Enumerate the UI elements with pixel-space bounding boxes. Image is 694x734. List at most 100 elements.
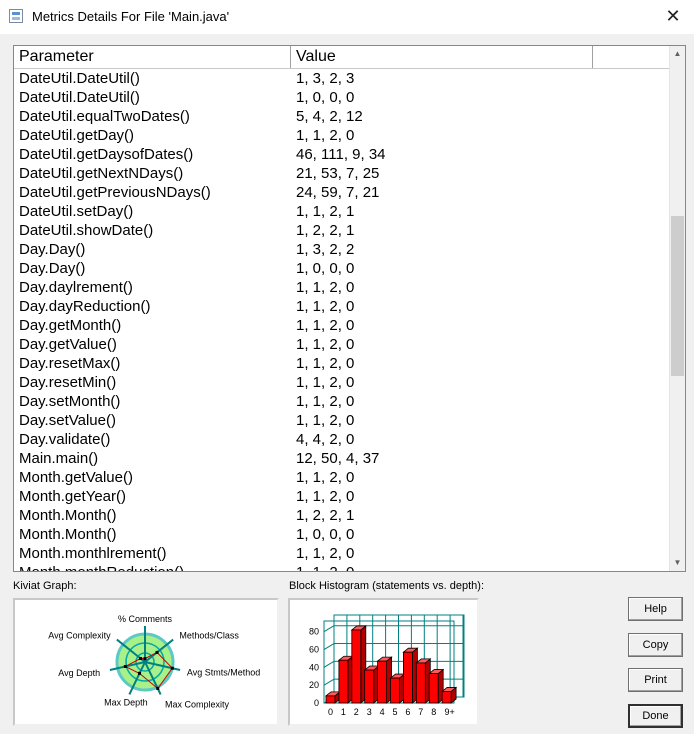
vertical-scrollbar[interactable]: ▲ ▼ [669, 46, 685, 571]
kiviat-point [139, 657, 143, 661]
row-value: 1, 0, 0, 0 [296, 89, 355, 106]
table-row[interactable]: Month.Month() 1, 2, 2, 1 [14, 506, 671, 525]
histogram-bar [390, 677, 400, 704]
row-value: 1, 1, 2, 0 [296, 355, 355, 372]
row-value: 1, 3, 2, 3 [296, 70, 355, 87]
column-header-value[interactable]: Value [291, 46, 593, 68]
print-button[interactable]: Print [628, 668, 683, 692]
histogram-bar [441, 691, 452, 704]
histogram-y-tick-label: 20 [309, 680, 319, 690]
table-row[interactable]: DateUtil.getPreviousNDays() 24, 59, 7, 21 [14, 183, 671, 202]
row-parameter: Month.monthReduction() [19, 563, 184, 571]
scroll-down-icon[interactable]: ▼ [670, 555, 685, 571]
kiviat-axis-label: Methods/Class [179, 631, 239, 641]
kiviat-label: Kiviat Graph: [13, 580, 77, 592]
table-row[interactable]: Day.daylrement() 1, 1, 2, 0 [14, 278, 671, 297]
row-parameter: DateUtil.setDay() [19, 203, 134, 220]
histogram-bar [338, 659, 349, 704]
done-button[interactable]: Done [628, 704, 683, 728]
help-button[interactable]: Help [628, 597, 683, 621]
table-row[interactable]: Day.resetMin() 1, 1, 2, 0 [14, 373, 671, 392]
row-parameter: Day.Day() [19, 260, 86, 277]
row-parameter: Day.resetMin() [19, 374, 117, 391]
row-parameter: Day.setMonth() [19, 393, 121, 410]
table-row[interactable]: Month.getYear() 1, 1, 2, 0 [14, 487, 671, 506]
row-parameter: Day.Day() [19, 241, 86, 258]
scroll-up-icon[interactable]: ▲ [670, 46, 685, 62]
table-row[interactable]: Day.Day() 1, 3, 2, 2 [14, 240, 671, 259]
histogram-bar [351, 629, 362, 704]
histogram-y-tick-label: 80 [309, 627, 319, 637]
kiviat-svg: % Comments Methods/Class Avg Stmts/Method M… [48, 614, 260, 709]
row-value: 12, 50, 4, 37 [296, 450, 380, 467]
table-row[interactable]: DateUtil.DateUtil() 1, 0, 0, 0 [14, 88, 671, 107]
row-value: 1, 1, 2, 0 [296, 412, 355, 429]
row-parameter: DateUtil.showDate() [19, 222, 154, 239]
table-row[interactable]: Day.getMonth() 1, 1, 2, 0 [14, 316, 671, 335]
histogram-y-tick-label: 40 [309, 662, 319, 672]
row-value: 1, 3, 2, 2 [296, 241, 355, 258]
row-value: 1, 2, 2, 1 [296, 222, 355, 239]
histogram-label: Block Histogram (statements vs. depth): [289, 580, 485, 592]
table-row[interactable]: DateUtil.setDay() 1, 1, 2, 1 [14, 202, 671, 221]
histogram-bar [325, 695, 336, 704]
table-row[interactable]: Day.setValue() 1, 1, 2, 0 [14, 411, 671, 430]
histogram-bar [415, 662, 426, 704]
row-value: 5, 4, 2, 12 [296, 108, 363, 125]
kiviat-axis-label: % Comments [118, 614, 173, 624]
close-icon[interactable]: ✕ [660, 4, 686, 28]
table-row[interactable]: Day.dayReduction() 1, 1, 2, 0 [14, 297, 671, 316]
histogram-x-tick-label: 3 [367, 707, 372, 717]
row-value: 1, 1, 2, 1 [296, 203, 355, 220]
row-value: 1, 1, 2, 0 [296, 545, 355, 562]
histogram-y-tick-label: 60 [309, 645, 319, 655]
table-row[interactable]: Month.getValue() 1, 1, 2, 0 [14, 468, 671, 487]
row-value: 46, 111, 9, 34 [296, 146, 386, 163]
row-parameter: Day.resetMax() [19, 355, 121, 372]
row-parameter: DateUtil.getDay() [19, 127, 135, 144]
table-row[interactable]: DateUtil.showDate() 1, 2, 2, 1 [14, 221, 671, 240]
copy-button[interactable]: Copy [628, 633, 683, 657]
kiviat-graph: % Comments Methods/Class Avg Stmts/Method M… [13, 598, 279, 726]
kiviat-axis-label: Max Depth [104, 698, 148, 708]
table-row[interactable]: Month.Month() 1, 0, 0, 0 [14, 525, 671, 544]
table-row[interactable]: DateUtil.getNextNDays() 21, 53, 7, 25 [14, 164, 671, 183]
histogram-x-tick-label: 8 [431, 707, 436, 717]
row-parameter: Month.Month() [19, 526, 117, 543]
kiviat-point [138, 671, 142, 675]
title-bar: Metrics Details For File 'Main.java' ✕ [0, 0, 694, 34]
row-parameter: DateUtil.getDaysofDates() [19, 146, 194, 163]
row-parameter: DateUtil.DateUtil() [19, 70, 140, 87]
column-header-parameter[interactable]: Parameter [14, 46, 291, 68]
table-row[interactable]: Main.main() 12, 50, 4, 37 [14, 449, 671, 468]
app-icon [9, 9, 23, 23]
row-parameter: DateUtil.DateUtil() [19, 89, 140, 106]
row-parameter: DateUtil.equalTwoDates() [19, 108, 190, 125]
row-parameter: Day.dayReduction() [19, 298, 151, 315]
metrics-list[interactable]: Parameter Value DateUtil.DateUtil() 1, 3,… [13, 45, 686, 572]
histogram-x-tick-label: 6 [405, 707, 410, 717]
row-value: 1, 1, 2, 0 [296, 488, 355, 505]
table-row[interactable]: Day.getValue() 1, 1, 2, 0 [14, 335, 671, 354]
table-row[interactable]: Month.monthlrement() 1, 1, 2, 0 [14, 544, 671, 563]
row-value: 1, 2, 2, 1 [296, 507, 355, 524]
row-parameter: DateUtil.getNextNDays() [19, 165, 184, 182]
row-parameter: Day.getMonth() [19, 317, 122, 334]
table-row[interactable]: DateUtil.getDaysofDates() 46, 111, 9, 34 [14, 145, 671, 164]
table-row[interactable]: DateUtil.getDay() 1, 1, 2, 0 [14, 126, 671, 145]
window-title: Metrics Details For File 'Main.java' [32, 9, 230, 24]
histogram-x-tick-label: 0 [328, 707, 333, 717]
row-parameter: Day.getValue() [19, 336, 117, 353]
table-row[interactable]: DateUtil.DateUtil() 1, 3, 2, 3 [14, 69, 671, 88]
row-parameter: Day.setValue() [19, 412, 116, 429]
table-row[interactable]: Day.Day() 1, 0, 0, 0 [14, 259, 671, 278]
histogram-x-tick-label: 2 [354, 707, 359, 717]
block-histogram: 0 20 40 60 80 0 1 2 3 4 5 6 7 8 9+ [288, 598, 479, 726]
table-row[interactable]: Month.monthReduction() 1, 1, 2, 0 [14, 563, 671, 571]
table-row[interactable]: Day.validate() 4, 4, 2, 0 [14, 430, 671, 449]
scroll-thumb[interactable] [671, 216, 684, 376]
table-row[interactable]: Day.setMonth() 1, 1, 2, 0 [14, 392, 671, 411]
table-row[interactable]: Day.resetMax() 1, 1, 2, 0 [14, 354, 671, 373]
table-row[interactable]: DateUtil.equalTwoDates() 5, 4, 2, 12 [14, 107, 671, 126]
kiviat-axis-label: Max Complexity [165, 699, 230, 709]
